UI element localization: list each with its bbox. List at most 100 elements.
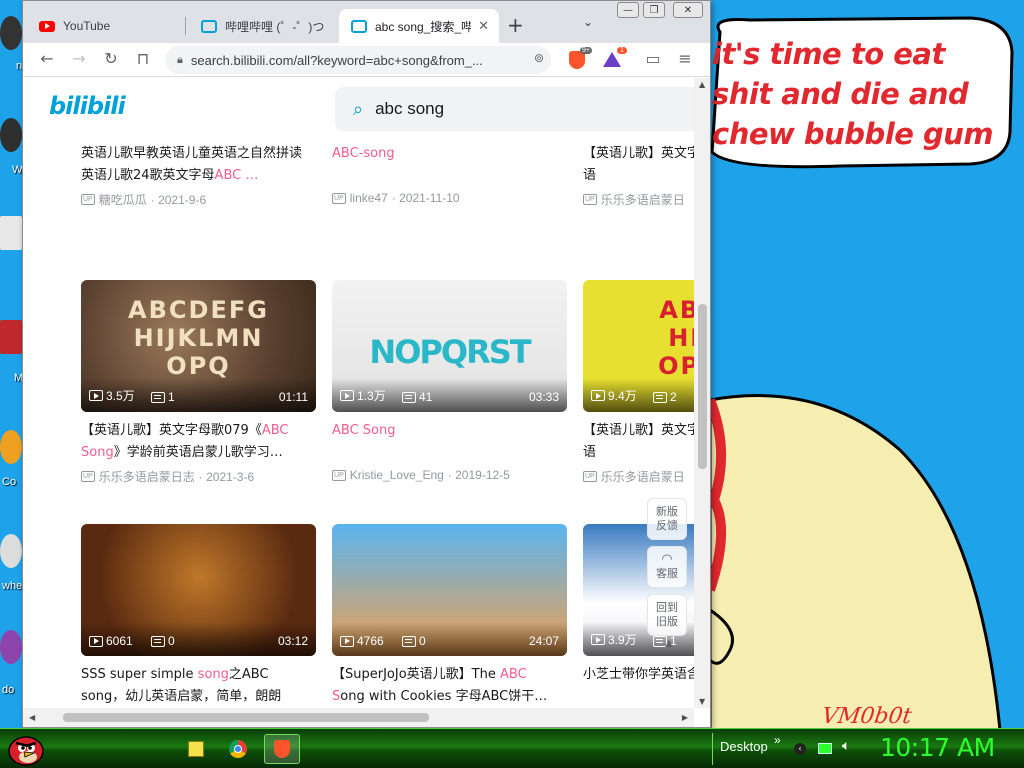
taskbar-app-chrome[interactable] (220, 734, 256, 764)
uploader-name[interactable]: 乐乐多语启蒙日志 (99, 468, 195, 485)
play-count-icon (591, 390, 605, 401)
desktop-icon-5[interactable] (0, 430, 22, 464)
tab-bilibili-home[interactable]: 哔哩哔哩 (゜-゜)つロ (189, 9, 339, 43)
url-text[interactable]: search.bilibili.com/all?keyword=abc+song… (191, 53, 511, 68)
uploader-icon: UP (332, 469, 346, 481)
desktop-icon-2[interactable] (0, 118, 22, 152)
danmaku-count: 0 (151, 634, 175, 648)
video-meta[interactable]: UP 乐乐多语启蒙日 (583, 191, 685, 208)
video-thumbnail[interactable]: 6061 0 03:12 (81, 524, 316, 656)
tab-youtube[interactable]: YouTube (27, 9, 187, 43)
customer-service-button[interactable]: ◠ 客服 (647, 546, 687, 588)
tray-expand-icon[interactable]: ‹ (794, 743, 806, 755)
network-icon[interactable]: ⊚ (529, 51, 549, 65)
desktop-icon-4[interactable] (0, 320, 22, 354)
close-icon[interactable]: ✕ (478, 18, 489, 34)
minimize-button[interactable]: — (617, 2, 639, 18)
search-icon[interactable]: ⌕ (353, 99, 363, 120)
horizontal-scroll-thumb[interactable] (63, 713, 429, 722)
battery-icon[interactable] (818, 743, 832, 754)
bookmark-icon[interactable]: ⊓ (133, 49, 153, 68)
video-card[interactable]: ABCDHIJKOPQR 9.4万 2 【英语儿歌】英文字Song》学龄前英语 UP 乐乐… (583, 280, 694, 510)
scroll-down-icon[interactable]: ▼ (699, 697, 705, 706)
close-window-button[interactable]: ✕ (673, 2, 703, 18)
tab-label: 哔哩哔哩 (゜-゜)つロ (225, 19, 325, 34)
tab-search-chevron-icon[interactable]: ⌄ (583, 15, 593, 29)
scroll-right-icon[interactable]: ▶ (682, 713, 688, 722)
desktop-toolbar-chevron[interactable]: » (774, 733, 781, 747)
forward-icon[interactable]: → (69, 49, 89, 68)
reload-icon[interactable]: ↻ (101, 49, 121, 68)
uploader-name[interactable]: Kristie_Love_Eng (350, 468, 444, 482)
video-title[interactable]: 【SuperJoJo英语儿歌】The ABC Song with Cookies… (332, 664, 557, 708)
video-title[interactable]: 【英语儿歌】英文字Song》学龄前英语 (583, 143, 694, 187)
maximize-button[interactable]: ❐ (643, 2, 665, 18)
view-count: 1.3万 (340, 387, 386, 404)
video-title-highlight: song (197, 667, 229, 682)
new-tab-button[interactable]: + (507, 13, 524, 37)
horizontal-scrollbar[interactable]: ◀ ▶ (23, 708, 694, 727)
play-count-icon (89, 390, 103, 401)
video-title[interactable]: 小芝士带你学英语含26个字母歌 Ve (583, 664, 694, 708)
video-meta[interactable]: UP 乐乐多语启蒙日 (583, 468, 685, 485)
video-title[interactable]: SSS super simple song之ABC song，幼儿英语启蒙，简单… (81, 664, 306, 708)
video-meta[interactable]: UP 乐乐多语启蒙日志 · 2021-3-6 (81, 468, 254, 485)
video-thumbnail[interactable]: ABCDEFG HIJKLMN OPQ 3.5万 1 01:11 (81, 280, 316, 412)
video-card[interactable]: NOPQRST 1.3万 41 03:33 ABC Song UP Kristie_Love… (332, 280, 567, 510)
video-title[interactable]: 英语儿歌早教英语儿童英语之自然拼读英语儿歌24歌英文字母ABC … (81, 143, 306, 187)
scroll-left-icon[interactable]: ◀ (29, 713, 35, 722)
video-thumbnail[interactable]: 4766 0 24:07 (332, 524, 567, 656)
desktop-icon-6[interactable] (0, 534, 22, 568)
desktop-icon-1[interactable] (0, 16, 22, 50)
tab-strip: YouTube 哔哩哔哩 (゜-゜)つロ abc song_搜索_哔 ✕ + ⌄… (23, 1, 710, 43)
video-meta[interactable]: UP 糖吃瓜瓜 · 2021-9-6 (81, 191, 206, 208)
video-thumbnail[interactable]: NOPQRST 1.3万 41 03:33 (332, 280, 567, 412)
brave-rewards-icon[interactable] (603, 52, 621, 67)
video-title[interactable]: ABC Song (332, 420, 557, 464)
view-count-value: 3.5万 (106, 389, 135, 403)
video-title[interactable]: 【英语儿歌】英文字Song》学龄前英语 (583, 420, 694, 464)
wallet-icon[interactable]: ▭ (643, 49, 663, 68)
video-title[interactable]: ABC-song (332, 143, 557, 187)
danmaku-icon (653, 391, 667, 403)
video-card[interactable]: 4766 0 24:07 【SuperJoJo英语儿歌】The ABC Song wi… (332, 524, 567, 708)
vertical-scroll-thumb[interactable] (698, 304, 707, 469)
thumbnail-text: HIJKLMN (133, 324, 264, 352)
video-meta[interactable]: UP linke47 · 2021-11-10 (332, 191, 460, 205)
vertical-scrollbar[interactable]: ▲ ▼ (694, 78, 710, 708)
feedback-button[interactable]: 新版 反馈 (647, 498, 687, 540)
view-count-value: 9.4万 (608, 389, 637, 403)
video-title[interactable]: 【英语儿歌】英文字母歌079《ABC Song》学龄前英语启蒙儿歌学习… (81, 420, 306, 464)
uploader-name[interactable]: linke47 (350, 191, 388, 205)
video-duration: 24:07 (528, 634, 559, 648)
upload-date: · 2019-12-5 (447, 468, 510, 482)
video-meta[interactable]: UP Kristie_Love_Eng · 2019-12-5 (332, 468, 510, 482)
tab-abc-song-search[interactable]: abc song_搜索_哔 ✕ (339, 9, 499, 43)
view-count: 4766 (340, 634, 384, 648)
youtube-icon (39, 20, 55, 32)
angry-bird-start-icon[interactable] (6, 731, 46, 767)
desktop-icon-7[interactable] (0, 630, 22, 664)
search-input[interactable]: ⌕ abc song (335, 87, 694, 131)
back-icon[interactable]: ← (37, 49, 57, 68)
uploader-name[interactable]: 糖吃瓜瓜 (99, 191, 147, 208)
video-card[interactable]: 6061 0 03:12 SSS super simple song之ABC song… (81, 524, 316, 708)
bilibili-icon (201, 19, 217, 33)
uploader-name[interactable]: 乐乐多语启蒙日 (601, 191, 685, 208)
bilibili-logo[interactable]: bilibili (49, 92, 126, 120)
clock[interactable]: 10:17 AM (880, 733, 995, 762)
uploader-name[interactable]: 乐乐多语启蒙日 (601, 468, 685, 485)
taskbar-app-sticky-notes[interactable] (178, 734, 214, 764)
scroll-up-icon[interactable]: ▲ (699, 80, 705, 89)
taskbar-app-brave[interactable] (264, 734, 300, 764)
desktop-toolbar-label[interactable]: Desktop (720, 739, 768, 754)
menu-icon[interactable]: ≡ (675, 49, 695, 68)
address-bar[interactable]: 🔒︎ search.bilibili.com/all?keyword=abc+s… (165, 46, 551, 74)
back-to-old-version-button[interactable]: 回到 旧版 (647, 594, 687, 636)
volume-icon[interactable]: 🔈︎ (842, 738, 850, 754)
view-count: 9.4万 (591, 387, 637, 404)
video-thumbnail[interactable]: ABCDHIJKOPQR 9.4万 2 (583, 280, 694, 412)
video-card[interactable]: ABCDEFG HIJKLMN OPQ 3.5万 1 01:11 【英语儿歌】英文字母歌07… (81, 280, 316, 510)
desktop-icon-3[interactable] (0, 216, 22, 250)
scroll-top-arrow-icon[interactable]: ▲ (647, 638, 691, 649)
